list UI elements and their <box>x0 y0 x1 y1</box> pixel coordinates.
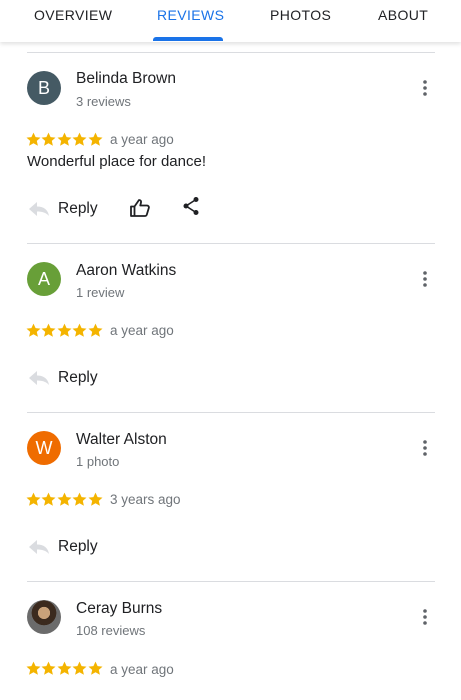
reply-button[interactable]: Reply <box>28 198 98 220</box>
star-icon <box>41 323 56 337</box>
reviewer-meta: 3 reviews <box>76 94 131 109</box>
star-icon <box>57 661 72 675</box>
star-icon <box>41 492 56 506</box>
tab-reviews[interactable]: REVIEWS <box>157 7 224 23</box>
tab-overview[interactable]: OVERVIEW <box>34 7 112 23</box>
review-time: a year ago <box>110 132 174 147</box>
more-options-icon[interactable] <box>415 268 435 290</box>
divider <box>27 581 435 582</box>
star-icon <box>72 661 87 675</box>
star-icon <box>26 492 41 506</box>
star-icon <box>26 132 41 146</box>
reply-button[interactable]: Reply <box>28 536 98 558</box>
star-icon <box>72 323 87 337</box>
reply-icon <box>29 540 49 554</box>
avatar[interactable]: B <box>27 71 61 105</box>
reply-label: Reply <box>58 200 98 217</box>
star-icon <box>57 323 72 337</box>
more-options-icon[interactable] <box>415 77 435 99</box>
star-rating <box>26 321 103 339</box>
more-options-icon[interactable] <box>415 606 435 628</box>
tab-about[interactable]: ABOUT <box>378 7 428 23</box>
star-icon <box>41 661 56 675</box>
reviewer-name[interactable]: Aaron Watkins <box>76 262 176 280</box>
reviewer-name[interactable]: Belinda Brown <box>76 70 176 88</box>
divider <box>27 412 435 413</box>
star-rating <box>26 659 103 677</box>
review-time: 3 years ago <box>110 492 181 507</box>
star-icon <box>88 492 103 506</box>
divider <box>27 52 435 53</box>
tab-bar: OVERVIEW REVIEWS PHOTOS ABOUT <box>0 0 461 42</box>
star-icon <box>88 661 103 675</box>
star-icon <box>57 492 72 506</box>
reply-button[interactable]: Reply <box>28 367 98 389</box>
reviewer-name[interactable]: Walter Alston <box>76 431 167 449</box>
star-rating <box>26 490 103 508</box>
avatar[interactable]: A <box>27 262 61 296</box>
star-icon <box>41 132 56 146</box>
review-text: Wonderful place for dance! <box>27 153 206 170</box>
reply-icon <box>29 202 49 216</box>
avatar[interactable]: W <box>27 431 61 465</box>
star-rating <box>26 130 103 148</box>
reviewer-name[interactable]: Ceray Burns <box>76 600 162 618</box>
avatar[interactable] <box>27 600 61 634</box>
avatar-initial: A <box>37 268 50 289</box>
share-icon[interactable] <box>180 195 202 217</box>
star-icon <box>26 661 41 675</box>
active-tab-indicator <box>153 37 223 41</box>
review-time: a year ago <box>110 323 174 338</box>
reviewer-meta: 1 photo <box>76 454 120 469</box>
divider <box>27 243 435 244</box>
star-icon <box>88 323 103 337</box>
star-icon <box>88 132 103 146</box>
star-icon <box>26 323 41 337</box>
review-time: a year ago <box>110 662 174 677</box>
tab-photos[interactable]: PHOTOS <box>270 7 331 23</box>
more-options-icon[interactable] <box>415 437 435 459</box>
reply-label: Reply <box>58 538 98 555</box>
star-icon <box>72 492 87 506</box>
reply-icon <box>29 371 49 385</box>
avatar-initial: W <box>35 437 53 458</box>
avatar-initial: B <box>37 77 50 98</box>
star-icon <box>57 132 72 146</box>
reviewer-meta: 108 reviews <box>76 623 146 638</box>
reply-label: Reply <box>58 369 98 386</box>
star-icon <box>72 132 87 146</box>
reviewer-meta: 1 review <box>76 285 125 300</box>
thumbs-up-icon[interactable] <box>129 197 151 219</box>
